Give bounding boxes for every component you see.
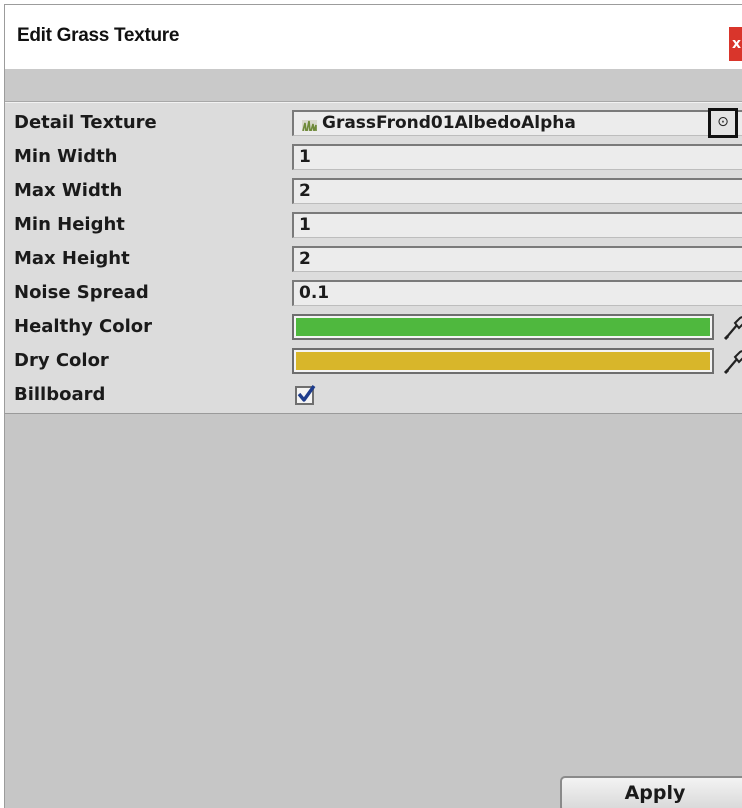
noise-spread-label: Noise Spread xyxy=(14,282,149,303)
property-inspector: Detail Texture GrassFrond01AlbedoAlpha ⊙… xyxy=(5,102,742,415)
apply-button[interactable]: Apply xyxy=(560,776,742,808)
min-width-label: Min Width xyxy=(14,146,118,167)
toolbar-strip xyxy=(5,69,742,102)
detail-texture-label: Detail Texture xyxy=(14,112,157,133)
healthy-color-label: Healthy Color xyxy=(14,316,152,337)
max-width-label: Max Width xyxy=(14,180,123,201)
healthy-color-swatch[interactable] xyxy=(292,314,714,340)
empty-panel-area: Apply xyxy=(5,414,742,808)
min-width-field[interactable]: 1 xyxy=(292,144,742,170)
row-dry-color: Dry Color xyxy=(5,345,742,379)
texture-thumbnail-icon xyxy=(302,120,317,131)
row-max-width: Max Width 2 xyxy=(5,175,742,209)
row-detail-texture: Detail Texture GrassFrond01AlbedoAlpha ⊙ xyxy=(5,107,742,141)
close-button[interactable]: x xyxy=(729,27,742,61)
min-width-value: 1 xyxy=(299,147,311,167)
billboard-label: Billboard xyxy=(14,384,106,405)
min-height-label: Min Height xyxy=(14,214,125,235)
row-max-height: Max Height 2 xyxy=(5,243,742,277)
dry-color-swatch[interactable] xyxy=(292,348,714,374)
window-title: Edit Grass Texture xyxy=(17,25,180,46)
checkmark-icon xyxy=(297,385,316,402)
noise-spread-value: 0.1 xyxy=(299,283,330,303)
eyedropper-icon[interactable] xyxy=(723,315,742,341)
min-height-field[interactable]: 1 xyxy=(292,212,742,238)
edit-grass-texture-window: Edit Grass Texture x Detail Texture Gras… xyxy=(4,4,742,808)
row-min-width: Min Width 1 xyxy=(5,141,742,175)
object-picker-icon[interactable]: ⊙ xyxy=(708,108,738,138)
title-bar: Edit Grass Texture x xyxy=(5,5,742,69)
noise-spread-field[interactable]: 0.1 xyxy=(292,280,742,306)
max-height-label: Max Height xyxy=(14,248,130,269)
min-height-value: 1 xyxy=(299,215,311,235)
row-noise-spread: Noise Spread 0.1 xyxy=(5,277,742,311)
dry-color-label: Dry Color xyxy=(14,350,109,371)
detail-texture-field[interactable]: GrassFrond01AlbedoAlpha ⊙ xyxy=(292,108,742,138)
eyedropper-icon[interactable] xyxy=(723,349,742,375)
row-healthy-color: Healthy Color xyxy=(5,311,742,345)
row-billboard: Billboard xyxy=(5,379,742,413)
detail-texture-value: GrassFrond01AlbedoAlpha xyxy=(322,113,576,133)
max-width-value: 2 xyxy=(299,181,311,201)
max-height-value: 2 xyxy=(299,249,311,269)
max-height-field[interactable]: 2 xyxy=(292,246,742,272)
row-min-height: Min Height 1 xyxy=(5,209,742,243)
billboard-checkbox[interactable] xyxy=(295,385,316,405)
max-width-field[interactable]: 2 xyxy=(292,178,742,204)
